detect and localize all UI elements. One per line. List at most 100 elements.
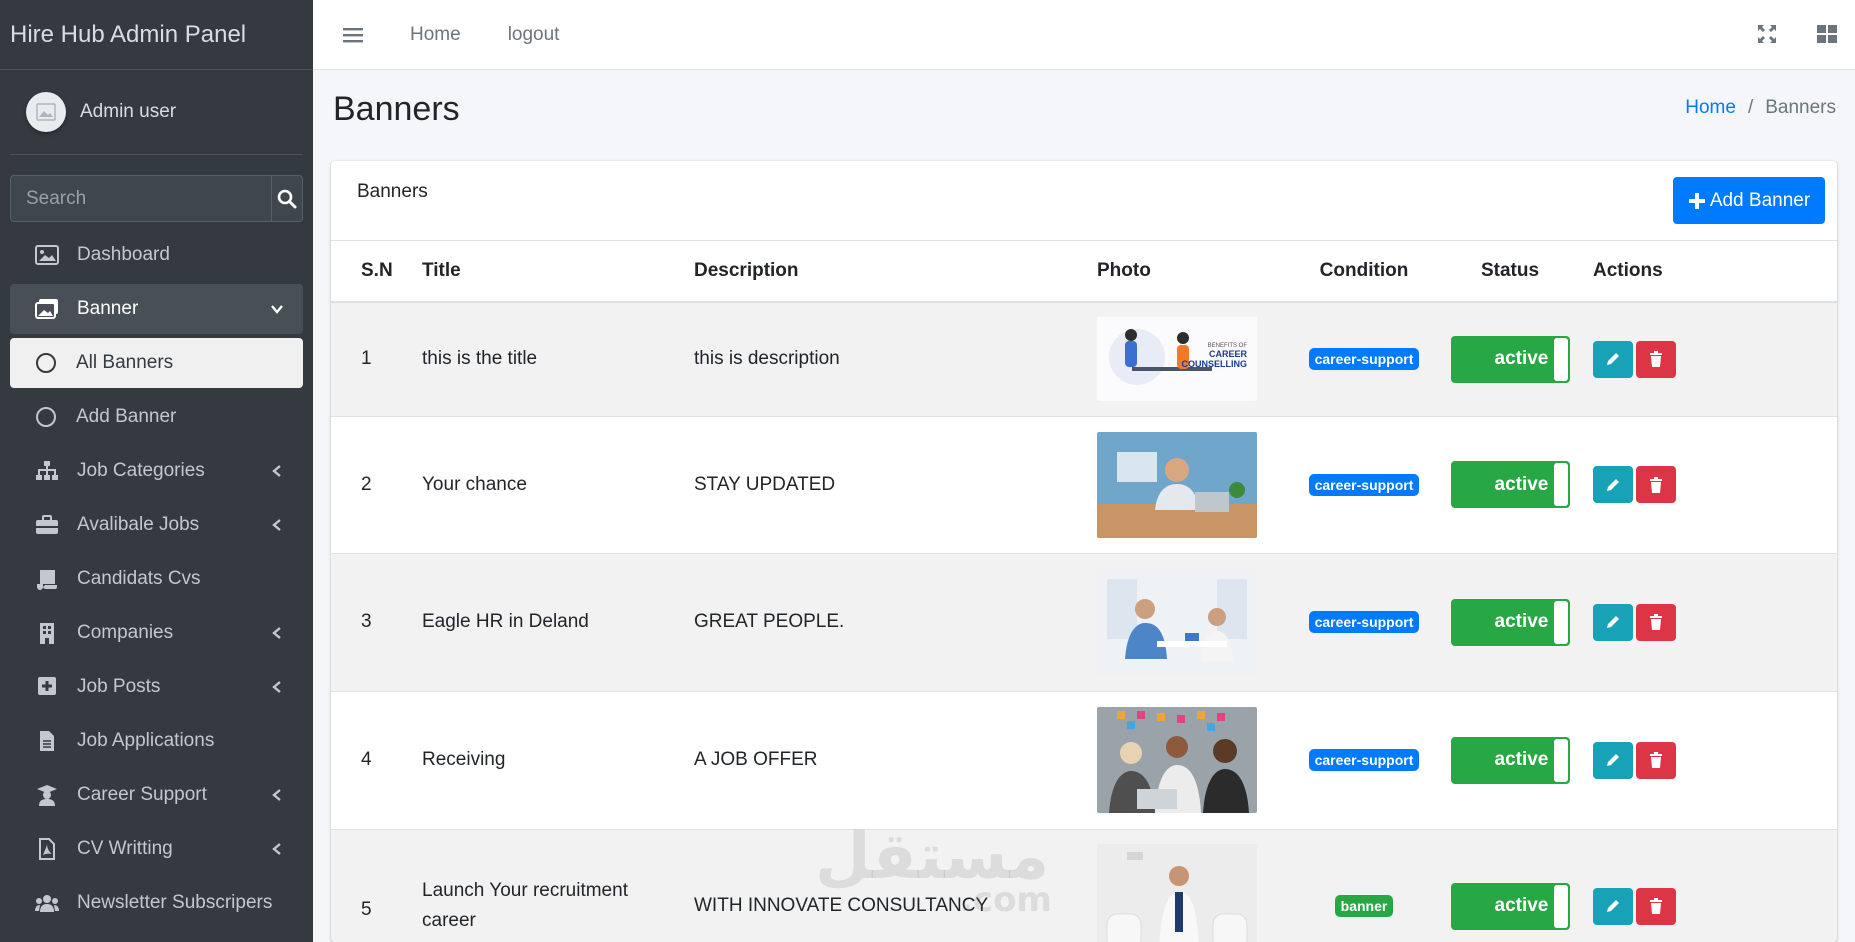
toggle-knob — [1553, 600, 1568, 644]
cell-status: active — [1437, 552, 1583, 691]
sidebar-item-banner[interactable]: Banner — [10, 284, 303, 334]
cell-status: active — [1437, 301, 1583, 416]
breadcrumb-home[interactable]: Home — [1685, 97, 1736, 119]
edit-button[interactable] — [1593, 340, 1633, 378]
sidebar-item-cv-writting[interactable]: CV Writting — [10, 824, 303, 874]
sidebar-item-label: Dashboard — [77, 244, 170, 265]
sidebar-item-job-categories[interactable]: Job Categories — [10, 446, 303, 496]
column-header-title[interactable]: Title — [422, 241, 694, 303]
cell-title: Eagle HR in Deland — [422, 552, 694, 691]
cell-status: active — [1437, 415, 1583, 553]
column-header-description[interactable]: Description — [694, 241, 1097, 303]
banner-photo[interactable]: BENEFITS OF CAREER COUNSELLING — [1097, 317, 1257, 402]
user-panel: Admin user — [10, 70, 303, 155]
avatar[interactable] — [26, 92, 66, 132]
status-toggle[interactable]: active — [1450, 461, 1570, 508]
sidebar-item-newsletter-subscripers[interactable]: Newsletter Subscripers — [10, 878, 303, 928]
column-header-actions[interactable]: Actions — [1583, 241, 1837, 303]
banner-photo[interactable] — [1097, 431, 1257, 538]
top-link-home[interactable]: Home — [410, 24, 461, 46]
breadcrumb-separator: / — [1747, 97, 1754, 118]
search-input[interactable] — [10, 175, 271, 222]
cell-description: GREAT PEOPLE. — [694, 552, 1097, 691]
breadcrumb-current: Banners — [1765, 97, 1836, 118]
sidebar-item-add-banner[interactable]: Add Banner — [10, 392, 303, 442]
table-row: 3 Eagle HR in Deland GREAT PEOPLE. caree… — [331, 552, 1837, 691]
cell-status: active — [1437, 828, 1583, 942]
search-icon — [277, 189, 297, 208]
sidebar-item-job-applications[interactable]: Job Applications — [10, 716, 303, 766]
delete-button[interactable] — [1636, 603, 1676, 641]
add-banner-button[interactable]: Add Banner — [1673, 177, 1825, 224]
status-toggle[interactable]: active — [1450, 882, 1570, 930]
sidebar-item-career-support[interactable]: Career Support — [10, 770, 303, 820]
svg-text:COUNSELLING: COUNSELLING — [1181, 359, 1247, 369]
delete-button[interactable] — [1636, 887, 1676, 925]
status-toggle[interactable]: active — [1450, 598, 1570, 646]
image-placeholder-icon — [36, 103, 56, 121]
column-header-photo[interactable]: Photo — [1097, 241, 1291, 303]
column-header-status[interactable]: Status — [1437, 241, 1583, 303]
edit-button[interactable] — [1593, 887, 1633, 925]
delete-button[interactable] — [1636, 466, 1676, 503]
cell-description: A JOB OFFER — [694, 690, 1097, 829]
brand-link[interactable]: Hire Hub Admin Panel — [0, 0, 313, 70]
sitemap-icon — [34, 460, 60, 482]
menu-toggle-icon[interactable] — [343, 26, 363, 44]
status-label: active — [1494, 749, 1549, 770]
chevron-down-icon — [271, 305, 283, 314]
fullscreen-icon[interactable] — [1755, 22, 1779, 46]
status-label: active — [1494, 895, 1549, 917]
sidebar-item-available-jobs[interactable]: Avalibale Jobs — [10, 500, 303, 550]
chevron-left-icon — [272, 681, 281, 693]
banner-photo[interactable] — [1097, 707, 1257, 813]
search-button[interactable] — [271, 175, 303, 222]
banner-photo[interactable] — [1097, 843, 1257, 942]
status-toggle[interactable]: active — [1450, 335, 1570, 383]
edit-button[interactable] — [1593, 466, 1633, 503]
cell-photo — [1097, 415, 1291, 553]
sidebar-item-job-posts[interactable]: Job Posts — [10, 662, 303, 712]
grid-icon[interactable] — [1815, 22, 1839, 46]
cell-status: active — [1437, 690, 1583, 829]
sidebar-search — [10, 175, 303, 222]
sidebar-item-candidats-cvs[interactable]: Candidats Cvs — [10, 554, 303, 604]
cell-description: this is description — [694, 301, 1097, 416]
sidebar-item-dashboard[interactable]: Dashboard — [10, 230, 303, 280]
card-title: Banners — [357, 181, 428, 202]
edit-button[interactable] — [1593, 603, 1633, 641]
cell-actions — [1583, 690, 1837, 829]
cell-actions — [1583, 828, 1837, 942]
user-name[interactable]: Admin user — [80, 101, 176, 123]
cell-description: STAY UPDATED — [694, 415, 1097, 553]
trash-icon — [1650, 614, 1662, 630]
column-header-sn[interactable]: S.N — [331, 241, 422, 303]
delete-button[interactable] — [1636, 741, 1676, 779]
top-link-logout[interactable]: logout — [508, 24, 560, 46]
pencil-icon — [1607, 353, 1619, 366]
chevron-left-icon — [272, 789, 281, 801]
building-icon — [34, 622, 60, 644]
cell-sn: 3 — [331, 552, 422, 691]
delete-button[interactable] — [1636, 340, 1676, 378]
cell-sn: 5 — [331, 828, 422, 942]
sidebar-item-all-banners[interactable]: All Banners — [10, 338, 303, 388]
banner-photo[interactable] — [1097, 569, 1257, 675]
status-toggle[interactable]: active — [1450, 736, 1570, 784]
toggle-knob — [1553, 884, 1568, 928]
cell-title: this is the title — [422, 301, 694, 416]
condition-badge: career-support — [1308, 348, 1420, 371]
column-header-condition[interactable]: Condition — [1291, 241, 1437, 303]
cell-sn: 4 — [331, 690, 422, 829]
status-label: active — [1494, 348, 1549, 370]
edit-button[interactable] — [1593, 741, 1633, 779]
user-graduate-icon — [34, 784, 60, 806]
sidebar-item-label: Add Banner — [76, 406, 177, 427]
sidebar-item-companies[interactable]: Companies — [10, 608, 303, 658]
card-header: Banners Add Banner — [331, 161, 1837, 241]
sidebar-item-label: Job Applications — [77, 730, 215, 751]
condition-badge: career-support — [1308, 473, 1420, 496]
cell-sn: 2 — [331, 415, 422, 553]
chevron-left-icon — [272, 465, 281, 477]
cell-photo — [1097, 690, 1291, 829]
